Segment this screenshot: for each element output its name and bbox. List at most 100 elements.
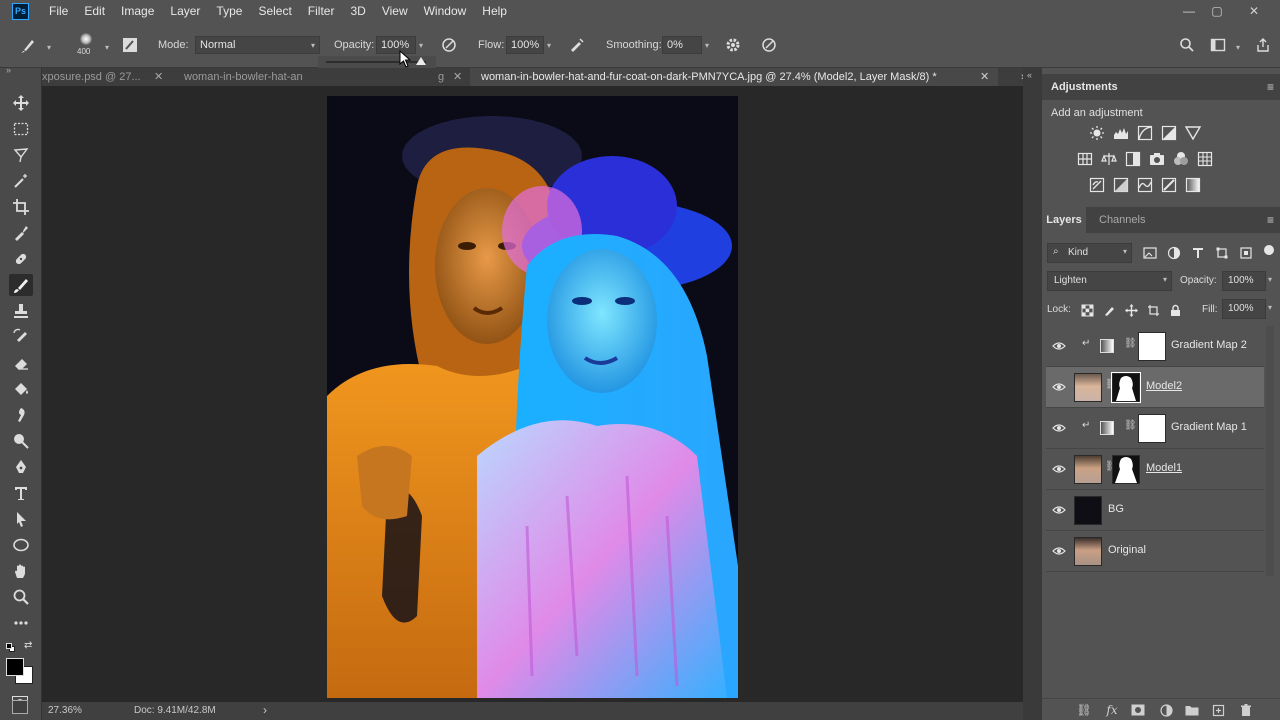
type-tool-icon[interactable] [9,482,33,504]
dock-collapse-icon[interactable]: « [1027,70,1032,80]
opacity-dropdown-icon[interactable]: ▾ [414,36,428,54]
black-white-icon[interactable] [1124,150,1142,168]
menu-file[interactable]: File [41,0,76,22]
eraser-tool-icon[interactable] [9,352,33,374]
invert-icon[interactable] [1088,176,1106,194]
menu-type[interactable]: Type [208,0,250,22]
color-balance-icon[interactable] [1100,150,1118,168]
layer-name[interactable]: Gradient Map 1 [1171,421,1247,433]
brightness-contrast-icon[interactable] [1088,124,1106,142]
lasso-tool-icon[interactable] [9,144,33,166]
smoothing-dropdown-icon[interactable]: ▾ [700,36,714,54]
default-colors-icon[interactable] [6,643,15,652]
restore-button[interactable]: ▢ [1201,0,1233,22]
clone-stamp-tool-icon[interactable] [9,300,33,322]
layer-gradient-map-2[interactable]: ↵ ⛓ Gradient Map 2 [1046,326,1264,367]
filter-adjustment-layers-icon[interactable] [1165,244,1183,262]
brush-picker-dropdown[interactable]: ▾ [100,38,114,56]
tool-preset-dropdown[interactable]: ▾ [42,38,56,56]
color-lookup-icon[interactable] [1196,150,1214,168]
photo-filter-icon[interactable] [1148,150,1166,168]
tab-active-document[interactable]: woman-in-bowler-hat-and-fur-coat-on-dark… [470,68,998,86]
zoom-level[interactable]: 27.36% [48,705,82,716]
layer-mask-thumbnail[interactable] [1138,414,1166,443]
workspace-icon[interactable] [1207,34,1229,56]
opacity-slider-handle[interactable] [416,57,426,65]
zoom-tool-icon[interactable] [9,586,33,608]
link-layers-icon[interactable]: ⛓ [1076,702,1092,718]
layer-model1[interactable]: ⛓ Model1 [1046,449,1264,490]
new-adjustment-layer-icon[interactable] [1158,702,1174,718]
smoothing-input[interactable]: 0% [662,36,702,54]
new-layer-icon[interactable] [1210,702,1226,718]
visibility-eye-icon[interactable] [1052,422,1066,434]
layer-image-thumbnail[interactable] [1074,537,1102,566]
tab-channels[interactable]: Channels [1099,207,1145,233]
layers-scrollbar[interactable] [1266,326,1274,576]
hue-saturation-icon[interactable] [1076,150,1094,168]
layer-opacity-dropdown-icon[interactable]: ▾ [1268,275,1272,284]
paint-bucket-tool-icon[interactable] [9,378,33,400]
lock-position-icon[interactable] [1122,301,1140,319]
history-brush-tool-icon[interactable] [9,326,33,348]
filter-toggle-icon[interactable] [1264,245,1274,255]
workspace-dropdown-icon[interactable]: ▾ [1231,38,1245,56]
menu-help[interactable]: Help [474,0,515,22]
layer-style-fx-icon[interactable]: fx [1104,702,1120,718]
magic-wand-tool-icon[interactable] [9,170,33,192]
layer-mask-thumbnail[interactable] [1112,455,1140,484]
layer-mask-thumbnail[interactable] [1111,372,1141,403]
document-size[interactable]: Doc: 9.41M/42.8M [134,705,216,716]
brush-settings-panel-icon[interactable] [119,34,141,56]
move-tool-icon[interactable] [9,92,33,114]
mode-dropdown-icon[interactable]: ▾ [306,36,320,54]
marquee-tool-icon[interactable] [9,118,33,140]
layer-name[interactable]: BG [1108,503,1124,515]
selective-color-icon[interactable] [1160,176,1178,194]
tab-layers[interactable]: Layers [1042,207,1086,233]
pressure-opacity-icon[interactable] [438,34,460,56]
exposure-icon[interactable] [1160,124,1178,142]
filter-shape-layers-icon[interactable] [1213,244,1231,262]
smudge-tool-icon[interactable] [9,404,33,426]
vibrance-icon[interactable] [1184,124,1202,142]
tab-active-close-icon[interactable]: ✕ [980,68,989,86]
layer-name[interactable]: Gradient Map 2 [1171,339,1247,351]
posterize-icon[interactable] [1112,176,1130,194]
layer-model2[interactable]: ⛓ Model2 [1046,367,1264,408]
layer-fill-thumbnail[interactable] [1074,496,1102,525]
add-mask-icon[interactable] [1130,702,1146,718]
pressure-size-icon[interactable] [758,34,780,56]
layer-image-thumbnail[interactable] [1074,455,1102,484]
close-window-button[interactable]: ✕ [1238,0,1270,22]
document-canvas[interactable] [327,96,738,698]
layer-name[interactable]: Model2 [1146,380,1182,392]
visibility-eye-icon[interactable] [1052,545,1066,557]
filter-smart-objects-icon[interactable] [1237,244,1255,262]
levels-icon[interactable] [1112,124,1130,142]
toolbar-collapse-icon[interactable]: » [6,65,11,75]
search-icon[interactable] [1176,34,1198,56]
tab-woman-copy[interactable]: woman-in-bowler-hat-an g [184,68,444,86]
healing-brush-tool-icon[interactable] [9,248,33,270]
fill-input[interactable]: 100% [1222,299,1266,319]
layer-image-thumbnail[interactable] [1074,373,1102,402]
channel-mixer-icon[interactable] [1172,150,1190,168]
hand-tool-icon[interactable] [9,560,33,582]
menu-view[interactable]: View [374,0,416,22]
tab-exposure[interactable]: xposure.psd @ 27... [42,68,170,86]
layer-name[interactable]: Model1 [1146,462,1182,474]
brush-size-preview[interactable]: 400 [76,31,96,56]
layer-bg[interactable]: BG [1046,490,1264,531]
menu-select[interactable]: Select [250,0,299,22]
filter-type-layers-icon[interactable] [1189,244,1207,262]
visibility-eye-icon[interactable] [1052,504,1066,516]
filter-pixel-layers-icon[interactable] [1141,244,1159,262]
share-icon[interactable] [1252,34,1274,56]
visibility-eye-icon[interactable] [1052,463,1066,475]
delete-layer-trash-icon[interactable] [1238,702,1254,718]
menu-filter[interactable]: Filter [300,0,343,22]
curves-icon[interactable] [1136,124,1154,142]
tab-woman-copy-close-icon[interactable]: ✕ [453,68,462,86]
menu-window[interactable]: Window [416,0,475,22]
